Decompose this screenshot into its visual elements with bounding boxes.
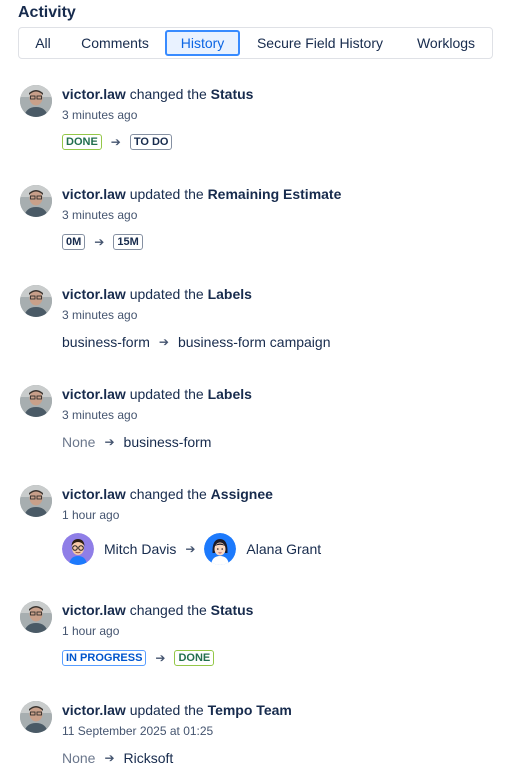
assignee-from-name: Mitch Davis [104, 541, 177, 557]
entry-time: 11 September 2025 at 01:25 [62, 724, 214, 738]
entry-action: changed the [129, 486, 207, 502]
label-from: business-form [62, 334, 150, 350]
label-to: business-form [123, 434, 212, 450]
label-to: business-form campaign [177, 334, 331, 350]
activity-title: Activity [18, 4, 76, 21]
assignee-avatar-icon [62, 533, 94, 565]
user-avatar-icon[interactable] [20, 701, 52, 733]
entry-summary: victor.law changed the Assignee [62, 485, 273, 503]
entry-summary: victor.law changed the Status [62, 601, 253, 619]
history-entry: victor.law changed the Assignee 1 hour a… [20, 485, 500, 565]
status-lozenge-from: IN PROGRESS [62, 650, 147, 666]
tab-secure-field-history[interactable]: Secure Field History [245, 30, 395, 56]
entry-action: updated the [129, 386, 204, 402]
entry-action: changed the [129, 86, 207, 102]
arrow-right-icon: ➔ [104, 435, 115, 449]
entry-time: 1 hour ago [62, 508, 120, 522]
label-from: None [62, 434, 96, 450]
status-lozenge-to: TO DO [129, 134, 173, 150]
user-avatar-icon[interactable] [20, 601, 52, 633]
tab-worklogs[interactable]: Worklogs [402, 30, 490, 56]
history-entry: victor.law updated the Labels 3 minutes … [20, 285, 500, 355]
entry-change: None ➔ business-form [62, 431, 211, 453]
arrow-right-icon: ➔ [94, 235, 105, 249]
user-avatar-icon[interactable] [20, 285, 52, 317]
entry-action: updated the [129, 702, 204, 718]
user-avatar-icon[interactable] [20, 385, 52, 417]
entry-change: DONE ➔ TO DO [62, 131, 173, 153]
entry-user[interactable]: victor.law [62, 386, 126, 402]
assignee-to-name: Alana Grant [246, 541, 322, 557]
entry-summary: victor.law updated the Remaining Estimat… [62, 185, 341, 203]
entry-user[interactable]: victor.law [62, 486, 126, 502]
entry-change: None ➔ Ricksoft [62, 747, 173, 769]
entry-change: business-form ➔ business-form campaign [62, 331, 331, 353]
entry-user[interactable]: victor.law [62, 602, 126, 618]
entry-time: 3 minutes ago [62, 308, 138, 322]
entry-time: 3 minutes ago [62, 408, 138, 422]
entry-summary: victor.law updated the Tempo Team [62, 701, 292, 719]
status-lozenge-to: DONE [174, 650, 215, 666]
user-avatar-icon[interactable] [20, 485, 52, 517]
tab-all[interactable]: All [23, 30, 63, 56]
entry-change: Mitch Davis ➔ Alana Grant [62, 533, 321, 565]
status-lozenge-from: DONE [62, 134, 102, 150]
arrow-right-icon: ➔ [104, 751, 115, 765]
entry-summary: victor.law updated the Labels [62, 385, 252, 403]
entry-time: 1 hour ago [62, 624, 120, 638]
entry-action: updated the [129, 186, 204, 202]
entry-field: Assignee [210, 486, 273, 502]
activity-tabs: All Comments History Secure Field Histor… [18, 27, 493, 59]
arrow-right-icon: ➔ [185, 542, 196, 556]
entry-time: 3 minutes ago [62, 208, 138, 222]
entry-field: Status [210, 86, 254, 102]
user-avatar-icon[interactable] [20, 185, 52, 217]
arrow-right-icon: ➔ [158, 335, 169, 349]
entry-change: IN PROGRESS ➔ DONE [62, 647, 215, 669]
history-entry: victor.law changed the Status 1 hour ago… [20, 601, 500, 671]
entry-field: Labels [207, 386, 252, 402]
entry-time: 3 minutes ago [62, 108, 138, 122]
entry-action: changed the [129, 602, 207, 618]
assignee-from[interactable]: Mitch Davis [62, 533, 176, 565]
assignee-to[interactable]: Alana Grant [204, 533, 321, 565]
entry-field: Remaining Estimate [207, 186, 342, 202]
team-from: None [62, 750, 96, 766]
team-to: Ricksoft [123, 750, 174, 766]
entry-user[interactable]: victor.law [62, 186, 126, 202]
entry-user[interactable]: victor.law [62, 702, 126, 718]
assignee-avatar-icon [204, 533, 237, 565]
entry-summary: victor.law updated the Labels [62, 285, 252, 303]
entry-change: 0M ➔ 15M [62, 231, 143, 253]
history-entry: victor.law updated the Remaining Estimat… [20, 185, 500, 255]
history-entry: victor.law updated the Labels 3 minutes … [20, 385, 500, 455]
tab-comments[interactable]: Comments [71, 30, 159, 56]
entry-user[interactable]: victor.law [62, 286, 126, 302]
entry-field: Labels [207, 286, 252, 302]
history-entry: victor.law changed the Status 3 minutes … [20, 85, 500, 155]
entry-action: updated the [129, 286, 204, 302]
user-avatar-icon[interactable] [20, 85, 52, 117]
tab-history[interactable]: History [165, 30, 240, 56]
entry-summary: victor.law changed the Status [62, 85, 253, 103]
entry-field: Status [210, 602, 254, 618]
estimate-to: 15M [113, 234, 143, 250]
arrow-right-icon: ➔ [155, 651, 166, 665]
entry-user[interactable]: victor.law [62, 86, 126, 102]
history-entry: victor.law updated the Tempo Team 11 Sep… [20, 701, 500, 771]
estimate-from: 0M [62, 234, 86, 250]
entry-field: Tempo Team [207, 702, 292, 718]
arrow-right-icon: ➔ [110, 135, 121, 149]
